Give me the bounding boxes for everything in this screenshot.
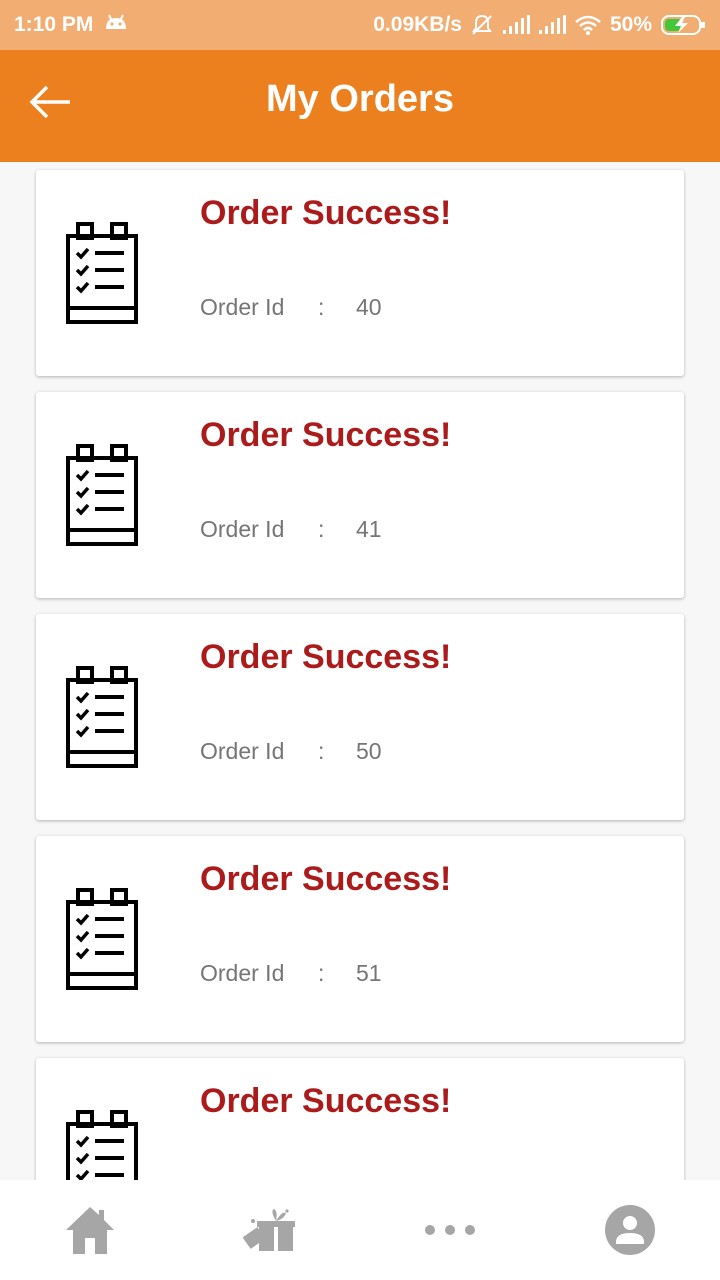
bottom-nav bbox=[0, 1180, 720, 1280]
order-card[interactable]: Order Success! Order Id : 40 bbox=[36, 170, 684, 376]
order-id-label: Order Id bbox=[200, 960, 285, 986]
nav-offers-button[interactable] bbox=[230, 1200, 310, 1260]
signal-icon-2 bbox=[538, 15, 566, 35]
order-status-title: Order Success! bbox=[200, 638, 452, 676]
status-time: 1:10 PM bbox=[14, 13, 94, 36]
order-id-label: Order Id bbox=[200, 516, 285, 542]
page-title: My Orders bbox=[266, 78, 454, 120]
order-status-title: Order Success! bbox=[200, 1082, 452, 1120]
order-id-label: Order Id bbox=[200, 294, 285, 320]
orders-list[interactable]: Order Success! Order Id : 40 Order Succe… bbox=[0, 162, 720, 1180]
order-id-value: 41 bbox=[356, 516, 382, 542]
order-status-title: Order Success! bbox=[200, 416, 452, 454]
order-status-title: Order Success! bbox=[200, 860, 452, 898]
order-id-value: 50 bbox=[356, 738, 382, 764]
order-id-value: 51 bbox=[356, 960, 382, 986]
app-bar: My Orders bbox=[0, 50, 720, 162]
battery-percent: 50% bbox=[609, 13, 652, 36]
order-status-title: Order Success! bbox=[200, 194, 452, 232]
order-id-separator: : bbox=[318, 738, 325, 764]
status-bar: 1:10 PM 0.09KB/s 50% bbox=[0, 0, 720, 50]
order-id-separator: : bbox=[318, 294, 325, 320]
order-card[interactable]: Order Success! Order Id : 50 bbox=[36, 614, 684, 820]
battery-charging-icon bbox=[660, 13, 706, 37]
nav-more-button[interactable] bbox=[410, 1200, 490, 1260]
order-id-separator: : bbox=[318, 960, 325, 986]
profile-icon bbox=[605, 1205, 655, 1255]
order-card[interactable]: Order Success! Order Id : 51 bbox=[36, 836, 684, 1042]
order-card[interactable]: Order Success! Order Id : 41 bbox=[36, 392, 684, 598]
net-speed: 0.09KB/s bbox=[373, 13, 462, 36]
checklist-icon bbox=[66, 888, 138, 990]
order-id-value: 40 bbox=[356, 294, 382, 320]
order-id-separator: : bbox=[318, 516, 325, 542]
order-id-label: Order Id bbox=[200, 738, 285, 764]
order-card[interactable]: Order Success! bbox=[36, 1058, 684, 1180]
nav-home-button[interactable] bbox=[50, 1200, 130, 1260]
checklist-icon bbox=[66, 444, 138, 546]
android-icon bbox=[103, 13, 129, 37]
nav-profile-button[interactable] bbox=[590, 1200, 670, 1260]
checklist-icon bbox=[66, 1110, 138, 1180]
checklist-icon bbox=[66, 666, 138, 768]
notifications-off-icon bbox=[470, 13, 494, 37]
wifi-icon bbox=[574, 14, 602, 36]
gift-icon bbox=[243, 1209, 295, 1251]
more-icon bbox=[425, 1225, 475, 1235]
checklist-icon bbox=[66, 222, 138, 324]
signal-icon bbox=[502, 15, 530, 35]
home-icon bbox=[66, 1207, 114, 1254]
